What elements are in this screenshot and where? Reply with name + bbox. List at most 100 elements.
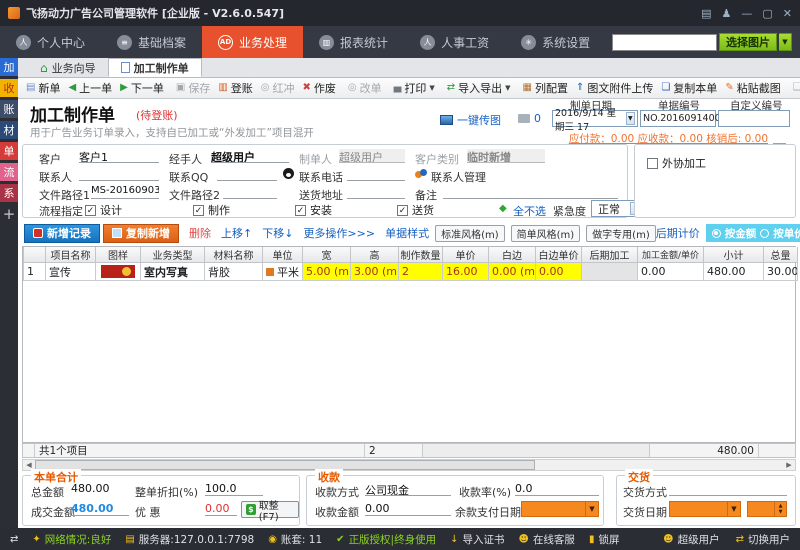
sidebar-item-xi[interactable]: 系 (0, 184, 18, 202)
checkbox-outsource[interactable]: 外协加工 (647, 155, 706, 171)
sidebar-item-shou[interactable]: 收 (0, 79, 18, 97)
cell-white-edge-price[interactable]: 0.00 (536, 263, 582, 281)
toolbar-print[interactable]: ▄打印▼ (390, 80, 439, 96)
toolbar-column-config[interactable]: ▦列配置 (519, 80, 572, 96)
pay-rate-field[interactable]: 0.0 (515, 482, 599, 496)
toolbar-save[interactable]: ▣保存 (172, 80, 214, 96)
cell-image[interactable] (96, 263, 141, 281)
nav-hr-payroll[interactable]: 人人事工资 (404, 26, 505, 58)
checkbox-delivery[interactable]: ✓送货 (397, 202, 434, 218)
contact-field[interactable] (79, 167, 159, 181)
cell-qty[interactable]: 2 (399, 263, 443, 281)
tab-processing-order[interactable]: 加工制作单 (108, 58, 202, 77)
sidebar-item-zhang[interactable]: 账 (0, 100, 18, 118)
skin-icon[interactable]: ♟ (722, 7, 732, 20)
nav-business-processing[interactable]: AD业务处理 (202, 26, 303, 58)
toolbar-paste-screenshot[interactable]: ✎粘贴截图 (721, 80, 784, 96)
col-material[interactable]: 材料名称 (205, 247, 263, 263)
cell-type[interactable]: 室内写真 (141, 263, 205, 281)
col-type[interactable]: 业务类型 (141, 247, 205, 263)
pay-amount-field[interactable]: 0.00 (365, 502, 451, 516)
col-height[interactable]: 高 (351, 247, 399, 263)
checkbox-production[interactable]: ✓制作 (193, 202, 230, 218)
toolbar-post[interactable]: ▥登账 (214, 80, 256, 96)
radio-by-amount[interactable] (712, 229, 721, 238)
radio-by-price[interactable] (760, 229, 769, 238)
doc-style-link[interactable]: 单据样式 (385, 225, 429, 241)
address-field[interactable] (347, 185, 405, 199)
move-up-link[interactable]: 上移↑ (221, 225, 252, 241)
sidebar-item-liu[interactable]: 流 (0, 163, 18, 181)
more-actions-link[interactable]: 更多操作>>> (303, 225, 375, 241)
copy-add-button[interactable]: 复制新增 (103, 224, 179, 243)
col-process-amount[interactable]: 加工金额/单价 (638, 247, 704, 263)
table-row[interactable]: 1 宣传 室内写真 背胶 平米 5.00 (m) 3.00 (m) 2 16.0… (24, 263, 798, 281)
checkbox-design[interactable]: ✓设计 (85, 202, 122, 218)
col-total[interactable]: 总量 (764, 247, 798, 263)
col-subtotal[interactable]: 小计 (704, 247, 764, 263)
scrollbar-thumb[interactable] (35, 460, 535, 470)
qq-icon[interactable] (283, 168, 294, 179)
style-word-button[interactable]: 做字专用(m) (586, 225, 656, 242)
maximize-button[interactable]: ▢ (762, 7, 772, 20)
delete-link[interactable]: 删除 (189, 225, 211, 241)
minimize-button[interactable]: — (741, 7, 752, 20)
toolbar-view-payment[interactable]: ❑查看收款过程 (789, 80, 800, 96)
toolbar-modify[interactable]: ◎改单 (344, 80, 386, 96)
tab-business-wizard[interactable]: ⌂业务向导 (28, 58, 108, 77)
checkbox-install[interactable]: ✓安装 (295, 202, 332, 218)
toolbar-new[interactable]: ▤新单 (22, 80, 64, 96)
col-name[interactable]: 项目名称 (46, 247, 96, 263)
delivery-method-field[interactable] (669, 482, 787, 496)
toolbar-prev[interactable]: ◀上一单 (64, 80, 116, 96)
cell-post-process[interactable] (582, 263, 638, 281)
pick-image-button[interactable]: 选择图片 (719, 33, 777, 51)
col-rownum[interactable] (24, 247, 46, 263)
nav-personal-center[interactable]: 人个人中心 (0, 26, 101, 58)
toolbar-import-export[interactable]: ⇄导入导出▼ (443, 80, 515, 96)
image-search-input[interactable] (612, 34, 717, 51)
remark-field[interactable] (443, 185, 618, 199)
style-standard-button[interactable]: 标准风格(m) (435, 225, 505, 242)
close-button[interactable]: ✕ (783, 7, 792, 20)
online-support-link[interactable]: ☻在线客服 (519, 532, 575, 547)
toolbar-attachment-upload[interactable]: ⇑图文附件上传 (572, 80, 657, 96)
cell-material[interactable]: 背胶 (205, 263, 263, 281)
path1-field[interactable]: MS-20160903ZFQV:C:\ (91, 185, 159, 199)
move-down-link[interactable]: 下移↓ (262, 225, 293, 241)
nav-report-statistics[interactable]: ▥报表统计 (303, 26, 404, 58)
col-image[interactable]: 图样 (96, 247, 141, 263)
phone-field[interactable] (347, 167, 405, 181)
col-unit[interactable]: 单位 (263, 247, 303, 263)
col-width[interactable]: 宽 (303, 247, 351, 263)
handler-field[interactable]: 超级用户 (211, 149, 289, 163)
off-field[interactable]: 0.00 (205, 502, 237, 516)
discount-field[interactable]: 100.0 (205, 482, 263, 496)
round-button[interactable]: $取整(F7) (241, 501, 299, 518)
customer-field[interactable]: 客户1 (79, 149, 159, 163)
scroll-right-icon[interactable]: ▶ (783, 460, 795, 470)
cell-white-edge[interactable]: 0.00 (m) (489, 263, 536, 281)
sidebar-add-button[interactable]: + (0, 205, 18, 223)
contact-manager-link[interactable]: 联系人管理 (431, 169, 486, 185)
cell-price[interactable]: 16.00 (443, 263, 489, 281)
sidebar-item-dan[interactable]: 单 (0, 142, 18, 160)
col-price[interactable]: 单价 (443, 247, 489, 263)
pay-method-field[interactable]: 公司现金 (365, 482, 451, 496)
qq-field[interactable] (217, 167, 277, 181)
lock-screen-link[interactable]: ▮锁屏 (589, 532, 620, 547)
col-white-edge-price[interactable]: 白边单价 (536, 247, 582, 263)
delivery-time-spinner[interactable]: ▲▼ (747, 501, 787, 517)
due-date-dropdown[interactable]: ▼ (521, 501, 599, 517)
import-cert-link[interactable]: ↓导入证书 (450, 532, 504, 547)
delivery-date-dropdown[interactable]: ▼ (669, 501, 741, 517)
col-post-process[interactable]: 后期加工 (582, 247, 638, 263)
print-count[interactable]: 0 (518, 112, 541, 125)
path2-field[interactable] (223, 185, 277, 199)
add-record-button[interactable]: 新增记录 (24, 224, 100, 243)
one-click-upload-link[interactable]: 一键传图 (440, 112, 501, 128)
current-user[interactable]: ☻超级用户 (663, 532, 719, 547)
col-white-edge[interactable]: 白边 (489, 247, 536, 263)
select-none-link[interactable]: 全不选 (513, 203, 546, 219)
toolbar-red-reverse[interactable]: ◎红冲 (257, 80, 299, 96)
